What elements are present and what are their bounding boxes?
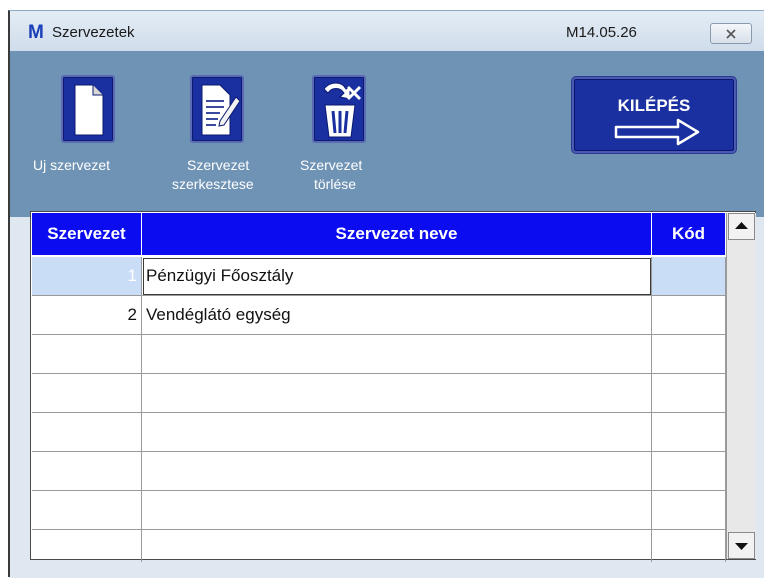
window-bottom-border [10, 562, 764, 578]
cell-szervezet[interactable] [32, 452, 142, 491]
table-row[interactable]: 1 Pénzügyi Főosztály [32, 257, 726, 296]
cell-kod[interactable] [652, 413, 726, 452]
edit-document-icon [190, 75, 244, 143]
cell-kod[interactable] [652, 335, 726, 374]
cell-szervezet-neve[interactable]: Vendéglátó egység [142, 296, 652, 335]
cell-szervezet[interactable]: 1 [32, 257, 142, 296]
arrow-right-icon [614, 118, 700, 146]
cell-kod[interactable] [652, 296, 726, 335]
delete-organisation-label-line1: Szervezet [300, 157, 363, 173]
cell-szervezet-neve[interactable] [142, 491, 652, 530]
cell-kod[interactable] [652, 452, 726, 491]
new-organisation-button[interactable]: Uj szervezet [30, 75, 150, 185]
delete-organisation-button[interactable]: Szervezet törlése [300, 75, 410, 205]
cell-szervezet-neve[interactable] [142, 335, 652, 374]
cell-szervezet[interactable] [32, 374, 142, 413]
cell-szervezet-neve[interactable]: Pénzügyi Főosztály [142, 257, 652, 296]
cell-kod[interactable] [652, 491, 726, 530]
close-icon [726, 29, 736, 39]
close-button[interactable] [710, 23, 752, 44]
arrow-up-icon [735, 222, 748, 229]
scroll-down-button[interactable] [728, 532, 755, 559]
cell-szervezet[interactable] [32, 335, 142, 374]
table-row[interactable] [32, 452, 726, 491]
cell-szervezet-neve[interactable] [142, 452, 652, 491]
version-label: M14.05.26 [566, 24, 637, 41]
column-header-szervezet[interactable]: Szervezet [32, 213, 142, 255]
cell-kod[interactable] [652, 257, 726, 296]
new-organisation-label: Uj szervezet [33, 157, 111, 173]
table-row[interactable] [32, 374, 726, 413]
window-title: Szervezetek [52, 24, 135, 41]
cell-szervezet-neve[interactable] [142, 413, 652, 452]
vertical-scrollbar[interactable] [726, 213, 756, 559]
trash-icon [312, 75, 366, 143]
szervezetek-window: M Szervezetek M14.05.26 Uj szervezet Sze… [8, 10, 764, 578]
exit-label: KILÉPÉS [617, 96, 691, 115]
new-document-icon [61, 75, 115, 143]
cell-szervezet[interactable] [32, 413, 142, 452]
cell-szervezet[interactable] [32, 491, 142, 530]
toolbar: Uj szervezet Szervezet szerkesztese Szer… [10, 51, 764, 217]
cell-kod[interactable] [652, 374, 726, 413]
cell-szervezet[interactable]: 2 [32, 296, 142, 335]
organisations-table: Szervezet Szervezet neve Kód 1 Pénzügyi F… [30, 211, 756, 569]
app-logo: M [28, 22, 44, 43]
cell-szervezet-neve[interactable] [142, 374, 652, 413]
title-bar: M Szervezetek M14.05.26 [10, 11, 764, 51]
edit-organisation-button[interactable]: Szervezet szerkesztese [160, 75, 290, 205]
exit-button[interactable]: KILÉPÉS [572, 77, 736, 153]
table-row[interactable] [32, 335, 726, 374]
table-row[interactable] [32, 413, 726, 452]
edit-organisation-label-line1: Szervezet [187, 157, 250, 173]
delete-organisation-label-line2: törlése [314, 176, 357, 192]
column-header-kod[interactable]: Kód [652, 213, 726, 255]
arrow-down-icon [735, 543, 748, 550]
edit-organisation-label-line2: szerkesztese [172, 176, 254, 192]
column-header-szervezet-neve[interactable]: Szervezet neve [142, 213, 652, 255]
scroll-up-button[interactable] [728, 213, 755, 240]
table-row[interactable] [32, 491, 726, 530]
table-row[interactable]: 2 Vendéglátó egység [32, 296, 726, 335]
